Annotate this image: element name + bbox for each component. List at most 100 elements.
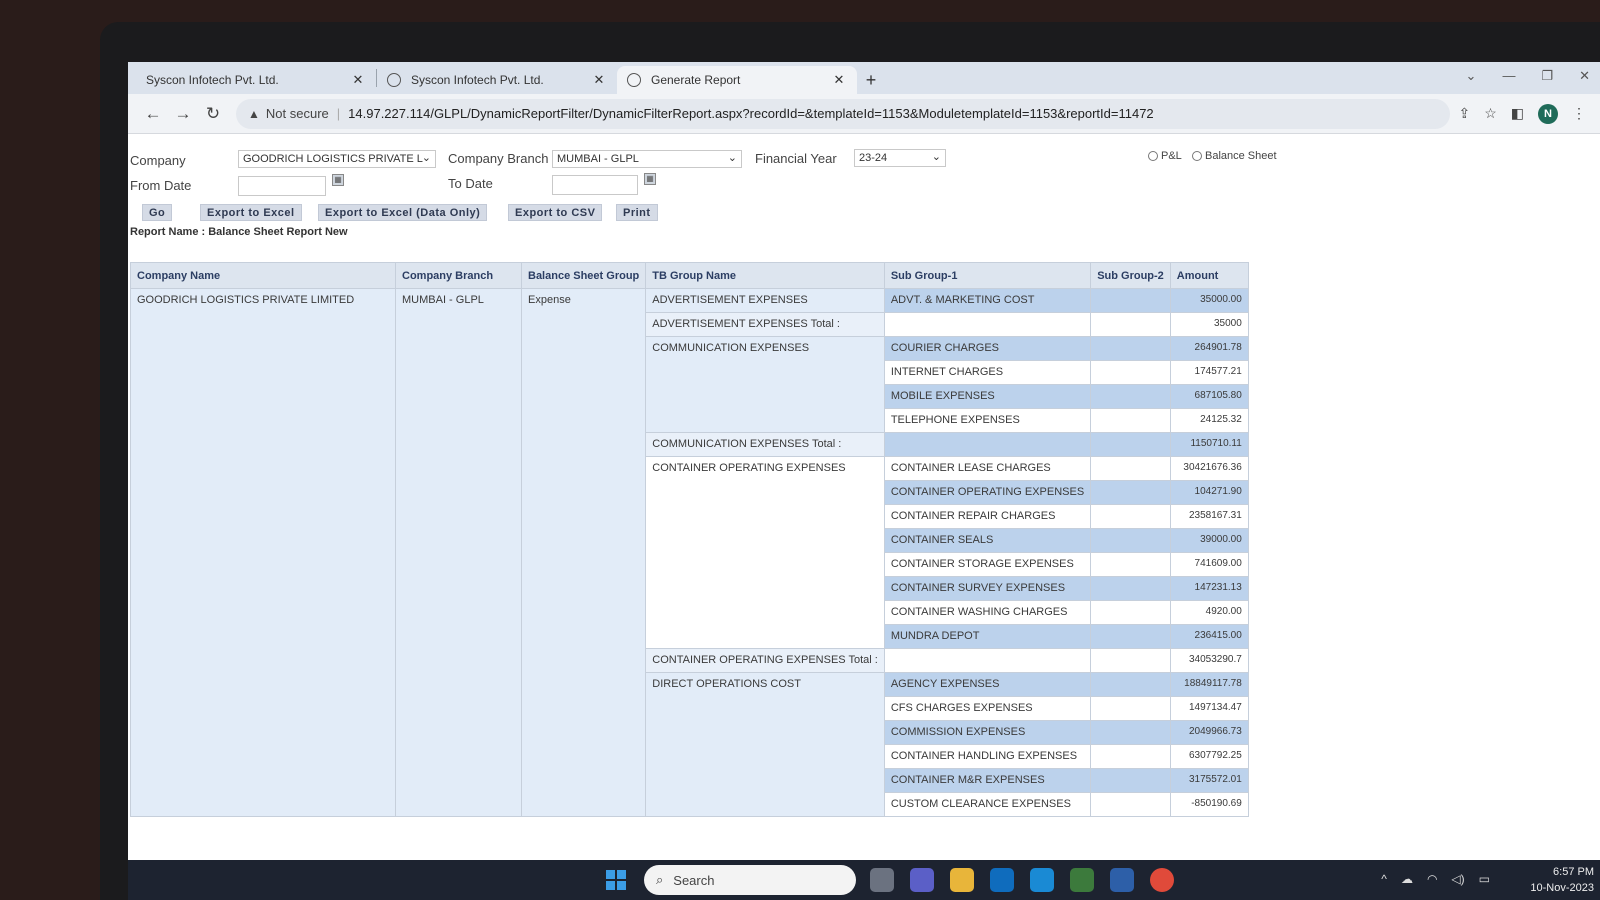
volume-icon[interactable]: ◁) <box>1451 872 1464 886</box>
column-header[interactable]: Sub Group-2 <box>1090 262 1171 289</box>
browser-tab-3[interactable]: Generate Report ✕ <box>617 66 857 94</box>
app-icon[interactable] <box>1070 868 1094 892</box>
financial-year-label: Financial Year <box>755 151 837 166</box>
sub-group-cell: COMMISSION EXPENSES <box>883 720 1092 745</box>
share-icon[interactable]: ⇪ <box>1458 105 1470 122</box>
amount-cell: 4920.00 <box>1169 600 1249 625</box>
sub-group-cell: CONTAINER SEALS <box>883 528 1092 553</box>
column-header[interactable]: Amount <box>1169 262 1249 289</box>
export-excel-button[interactable]: Export to Excel <box>200 204 302 221</box>
from-date-input[interactable] <box>238 176 326 196</box>
close-window-icon[interactable]: ✕ <box>1579 68 1590 84</box>
browser-tab-1[interactable]: Syscon Infotech Pvt. Ltd. ✕ <box>136 66 376 152</box>
cloud-icon[interactable]: ☁ <box>1401 872 1413 886</box>
column-header[interactable]: Company Branch <box>395 262 522 289</box>
search-icon: ⌕ <box>656 872 664 887</box>
shield-icon[interactable] <box>1110 868 1134 892</box>
wifi-icon[interactable]: ◠ <box>1427 872 1437 886</box>
sub-group2-cell <box>1090 552 1171 577</box>
report-table: Company Name Company Branch Balance Shee… <box>130 262 1249 817</box>
address-toolbar: ← → ↻ ▲ Not secure | 14.97.227.114/GLPL/… <box>128 94 1600 134</box>
amount-cell: 24125.32 <box>1169 408 1249 433</box>
restore-icon[interactable]: ❐ <box>1541 68 1553 84</box>
task-view-icon[interactable] <box>870 868 894 892</box>
file-explorer-icon[interactable] <box>950 868 974 892</box>
calendar-icon[interactable]: ▦ <box>332 174 344 186</box>
skype-icon[interactable] <box>1030 868 1054 892</box>
profile-avatar[interactable]: N <box>1538 103 1558 124</box>
forward-icon[interactable]: → <box>168 104 198 124</box>
back-icon[interactable]: ← <box>138 104 168 124</box>
taskbar-clock[interactable]: 6:57 PM 10-Nov-2023 <box>1530 864 1594 896</box>
amount-cell: 174577.21 <box>1169 360 1249 385</box>
company-select[interactable]: GOODRICH LOGISTICS PRIVATE L ⌄ <box>238 150 436 168</box>
bookmark-star-icon[interactable]: ☆ <box>1484 105 1497 122</box>
close-tab-icon[interactable]: ✕ <box>831 72 847 88</box>
teams-icon[interactable] <box>910 868 934 892</box>
sub-group2-cell <box>1090 336 1171 361</box>
taskbar-apps <box>870 868 1174 892</box>
radio-button[interactable] <box>1148 151 1158 161</box>
taskbar-search[interactable]: ⌕ Search <box>644 865 856 895</box>
export-excel-data-button[interactable]: Export to Excel (Data Only) <box>318 204 488 221</box>
company-label: Company <box>130 153 186 168</box>
sub-group-cell: ADVT. & MARKETING COST <box>883 288 1092 313</box>
reload-icon[interactable]: ↻ <box>198 104 228 124</box>
go-button[interactable]: Go <box>142 204 173 221</box>
minimize-icon[interactable]: — <box>1502 68 1515 84</box>
warning-icon: ▲ <box>248 106 260 121</box>
amount-cell: 1150710.11 <box>1169 432 1249 457</box>
chevron-up-icon[interactable]: ^ <box>1381 872 1387 886</box>
from-date-label: From Date <box>130 178 192 193</box>
close-tab-icon[interactable]: ✕ <box>591 72 607 88</box>
calendar-icon[interactable]: ▦ <box>644 173 656 185</box>
column-header[interactable]: Sub Group-1 <box>883 262 1092 289</box>
url-divider: | <box>336 106 341 121</box>
tab-search-icon[interactable]: ⌄ <box>1466 68 1477 84</box>
windows-start-icon[interactable] <box>606 870 626 890</box>
financial-year-select[interactable]: 23-24 ⌄ <box>854 149 946 167</box>
clock-date: 10-Nov-2023 <box>1530 882 1594 894</box>
column-header[interactable]: TB Group Name <box>645 262 885 289</box>
chrome-icon[interactable] <box>1150 868 1174 892</box>
radio-button[interactable] <box>1192 151 1202 161</box>
bs-group-cell: Expense <box>520 288 647 817</box>
tab-title: Generate Report <box>651 73 741 87</box>
address-bar[interactable]: ▲ Not secure | 14.97.227.114/GLPL/Dynami… <box>236 98 1451 129</box>
financial-year-value: 23-24 <box>859 152 888 164</box>
url-text: 14.97.227.114/GLPL/DynamicReportFilter/D… <box>348 106 1154 121</box>
side-panel-icon[interactable]: ◧ <box>1511 105 1524 122</box>
outlook-icon[interactable] <box>990 868 1014 892</box>
sub-group2-cell <box>1090 624 1171 649</box>
column-header[interactable]: Company Name <box>130 262 396 289</box>
menu-kebab-icon[interactable]: ⋮ <box>1572 105 1586 122</box>
radio-balance-sheet[interactable]: Balance Sheet <box>1192 150 1277 162</box>
print-button[interactable]: Print <box>616 204 658 221</box>
branch-select[interactable]: MUMBAI - GLPL ⌄ <box>552 150 742 168</box>
battery-icon[interactable]: ▭ <box>1479 872 1490 886</box>
amount-cell: 35000 <box>1169 312 1249 337</box>
browser-tab-2[interactable]: Syscon Infotech Pvt. Ltd. ✕ <box>377 66 617 94</box>
close-tab-icon[interactable]: ✕ <box>350 72 366 88</box>
windows-taskbar: ⌕ Search ^ ☁ ◠ ◁) ▭ 6:57 PM 10-Nov-2023 <box>128 860 1600 900</box>
sub-group-cell <box>883 312 1092 337</box>
radio-pl[interactable]: P&L <box>1148 150 1182 162</box>
tb-group-cell: COMMUNICATION EXPENSES <box>645 336 885 433</box>
company-name-cell: GOODRICH LOGISTICS PRIVATE LIMITED <box>130 288 396 817</box>
security-label: Not secure <box>265 106 329 121</box>
sub-group-cell: INTERNET CHARGES <box>883 360 1092 385</box>
amount-cell: 6307792.25 <box>1169 744 1249 769</box>
tb-group-cell: DIRECT OPERATIONS COST <box>645 672 885 817</box>
globe-icon <box>387 73 401 87</box>
to-date-input[interactable] <box>552 175 638 195</box>
radio-bs-label: Balance Sheet <box>1205 150 1277 162</box>
system-tray: ^ ☁ ◠ ◁) ▭ <box>1381 872 1490 886</box>
amount-cell: 3175572.01 <box>1169 768 1249 793</box>
sub-group2-cell <box>1090 576 1171 601</box>
new-tab-button[interactable]: + <box>857 66 885 94</box>
taskbar-search-placeholder: Search <box>673 872 715 888</box>
sub-group2-cell <box>1090 408 1171 433</box>
sub-group2-cell <box>1090 456 1171 481</box>
column-header[interactable]: Balance Sheet Group <box>520 262 647 289</box>
export-csv-button[interactable]: Export to CSV <box>508 204 603 221</box>
